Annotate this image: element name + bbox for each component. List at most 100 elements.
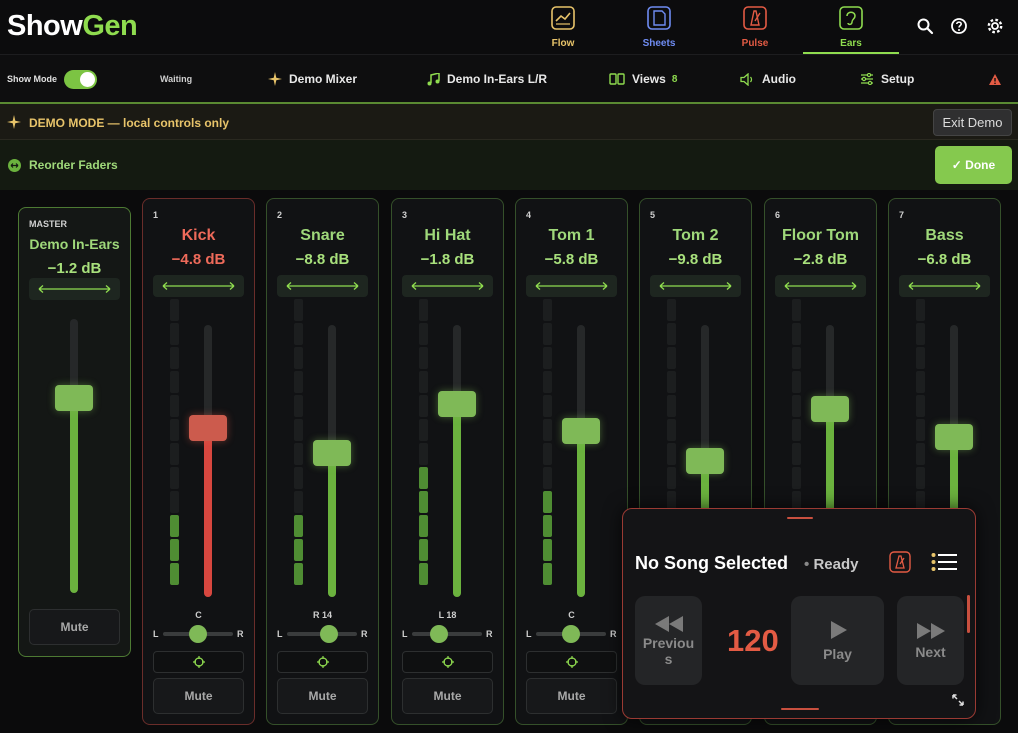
channel-name[interactable]: Bass [889,227,1000,245]
channel-width-control[interactable] [775,275,866,297]
meter-segment [419,419,428,441]
target-button[interactable] [153,651,244,673]
channel-fader-fill [577,431,585,597]
tab-sheets-label: Sheets [642,38,676,49]
tab-sheets[interactable]: Sheets [611,6,707,54]
meter-segment [419,395,428,417]
play-label: Play [823,645,852,662]
transport-scrollbar[interactable] [967,595,970,633]
tempo-value[interactable]: 120 [727,623,779,659]
transport-resize-handle[interactable] [781,708,819,710]
channel-fader-knob[interactable] [313,439,351,466]
channel-fader-knob[interactable] [686,448,724,474]
pan-slider-handle[interactable] [320,625,338,643]
meter-segment [916,443,925,465]
channel-width-control[interactable] [650,275,741,297]
mute-button[interactable]: Mute [526,678,617,714]
meter-segment [294,347,303,369]
channel-width-control[interactable] [402,275,493,297]
pan-slider-handle[interactable] [429,625,448,643]
channel-name[interactable]: Kick [143,227,254,245]
meter-segment [294,563,303,585]
done-button[interactable]: ✓ Done [935,146,1012,184]
meter-segment [792,347,801,369]
channel-width-control[interactable] [277,275,368,297]
tab-pulse-label: Pulse [741,38,769,49]
channel-name[interactable]: Hi Hat [392,227,503,245]
channel-name[interactable]: Snare [267,227,378,245]
views-button[interactable]: Views 8 [609,55,677,103]
alert-button[interactable] [988,55,1009,103]
pan-right-label: R [237,629,244,639]
app-root: ShowGen Flow Sheets Pulse Ears Show Mode… [0,0,1018,733]
mute-button[interactable]: Mute [402,678,493,714]
meter-segment [916,371,925,393]
master-fader-fill [70,398,78,593]
channel-strip: 4 Tom 1 −5.8 dB C L R Mute [515,198,628,725]
demo-banner: DEMO MODE — local controls only [0,104,1018,140]
channel-number: 5 [650,210,656,220]
expand-icon[interactable] [951,693,965,707]
channel-fader-knob[interactable] [562,418,600,445]
meter-segment [543,323,552,345]
mute-button[interactable]: Mute [277,678,368,714]
mixer-name: Demo Mixer [289,72,358,86]
channel-strip: 1 Kick −4.8 dB C L R Mute [142,198,255,725]
mixer-select[interactable]: Demo Mixer [268,55,357,103]
pan-slider-handle[interactable] [189,625,207,643]
meter-segment [419,515,428,537]
gear-icon[interactable] [986,17,1004,35]
channel-fader-knob[interactable] [935,423,973,450]
show-mode[interactable]: Show Mode [7,55,97,103]
metronome-icon[interactable] [889,551,911,573]
channel-name[interactable]: Tom 1 [516,227,627,245]
app-logo[interactable]: ShowGen [7,10,138,43]
next-button[interactable]: Next [897,596,964,685]
meter-segment [543,539,552,561]
meter-segment [667,299,676,321]
meter-segment [419,443,428,465]
search-icon[interactable] [916,17,934,35]
tab-pulse[interactable]: Pulse [707,6,803,54]
meter-segment [543,563,552,585]
channel-width-control[interactable] [526,275,617,297]
channel-name[interactable]: Tom 2 [640,227,751,245]
setlist-icon[interactable] [931,552,957,572]
meter-segment [294,467,303,489]
tab-flow[interactable]: Flow [515,6,611,54]
meter-segment [294,395,303,417]
play-button[interactable]: Play [791,596,884,685]
setup-button[interactable]: Setup [860,55,914,103]
channel-width-control[interactable] [153,275,244,297]
help-icon[interactable] [950,17,968,35]
transport-drag-handle[interactable] [787,517,813,519]
target-button[interactable] [277,651,368,673]
channel-name[interactable]: Floor Tom [765,227,876,245]
song-title[interactable]: No Song Selected [635,553,788,574]
target-button[interactable] [402,651,493,673]
views-icon [609,73,625,85]
ears-mix-select[interactable]: Demo In-Ears L/R [427,55,547,103]
master-width-control[interactable] [29,278,120,300]
audio-button[interactable]: Audio [740,55,796,103]
meter-segment [543,443,552,465]
exit-demo-button[interactable]: Exit Demo [933,109,1012,136]
level-meter [294,299,303,585]
channel-fader-fill [204,428,212,597]
channel-width-control[interactable] [899,275,990,297]
tab-ears[interactable]: Ears [803,6,899,54]
channel-fader-knob[interactable] [811,396,849,423]
meter-segment [916,299,925,321]
target-button[interactable] [526,651,617,673]
master-mute-button[interactable]: Mute [29,609,120,645]
show-mode-toggle[interactable] [64,69,97,89]
channel-fader-knob[interactable] [438,390,476,417]
master-fader-knob[interactable] [55,385,93,412]
mute-button[interactable]: Mute [153,678,244,714]
previous-button[interactable]: Previou s [635,596,702,685]
meter-segment [419,347,428,369]
audio-label: Audio [762,72,796,86]
pan-slider-handle[interactable] [562,625,580,643]
crosshair-icon [316,656,329,668]
channel-fader-knob[interactable] [189,415,227,442]
